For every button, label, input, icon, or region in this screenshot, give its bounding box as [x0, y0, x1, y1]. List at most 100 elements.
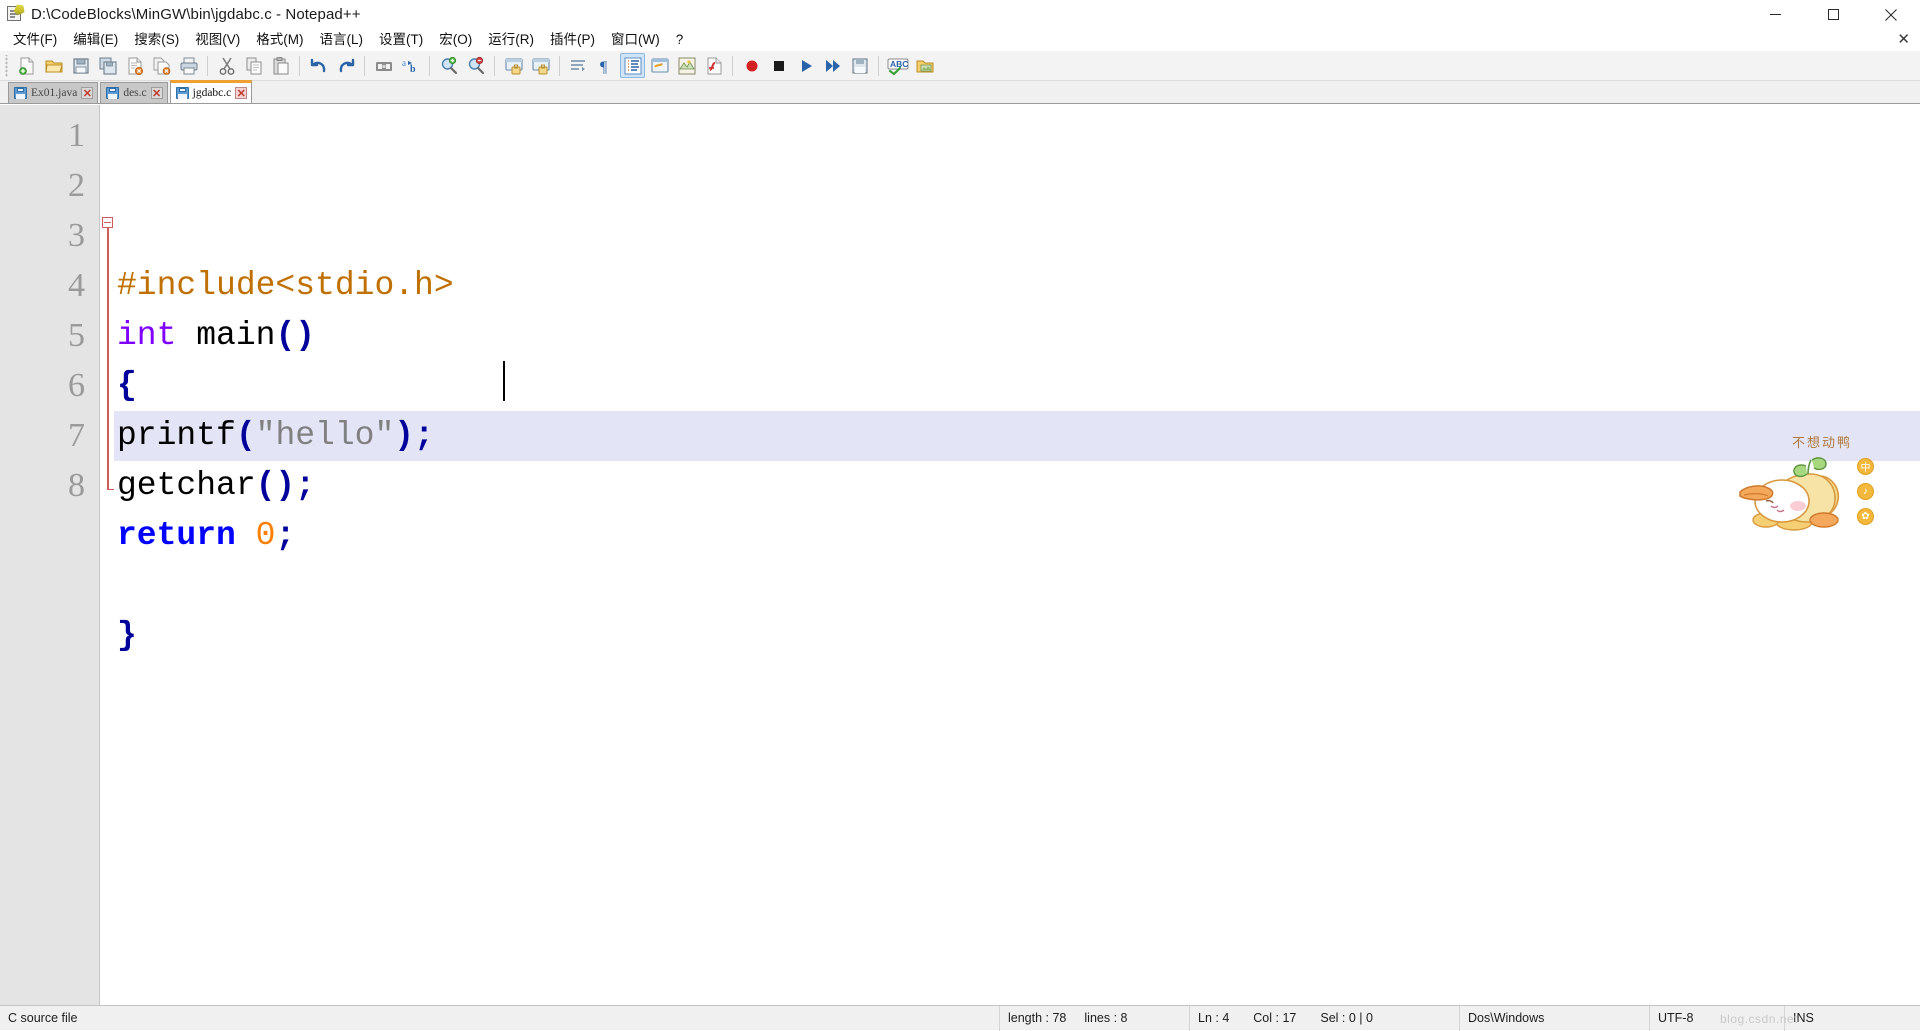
menu-run[interactable]: 运行(R): [480, 31, 542, 50]
save-all-icon[interactable]: [95, 53, 120, 78]
line-number-gutter: 1 2 3 4 5 6 7 8: [0, 105, 100, 1005]
toolbar-separator: [878, 56, 879, 76]
status-length-lines: length : 78 lines : 8: [1000, 1006, 1190, 1031]
menu-window[interactable]: 窗口(W): [603, 31, 668, 50]
status-insert-mode[interactable]: INS: [1785, 1006, 1822, 1031]
svg-text:a: a: [402, 58, 406, 68]
sync-horizontal-icon[interactable]: [528, 53, 553, 78]
menu-edit[interactable]: 编辑(E): [65, 31, 126, 50]
code-line-4[interactable]: printf("hello");: [114, 411, 1920, 461]
line-number: 6: [0, 361, 99, 411]
close-button[interactable]: [1862, 0, 1920, 29]
print-icon[interactable]: [176, 53, 201, 78]
code-folding-column[interactable]: [100, 105, 114, 1005]
code-token: return: [117, 517, 236, 554]
zoom-out-icon[interactable]: [463, 53, 488, 78]
replace-icon[interactable]: a b: [398, 53, 423, 78]
find-icon[interactable]: [371, 53, 396, 78]
cut-icon[interactable]: [214, 53, 239, 78]
menu-view[interactable]: 视图(V): [187, 31, 248, 50]
code-line-3[interactable]: {: [114, 361, 1920, 411]
code-line-5[interactable]: getchar();: [114, 461, 1920, 511]
function-list-icon[interactable]: [701, 53, 726, 78]
status-sel: Sel : 0 | 0: [1320, 1011, 1373, 1025]
close-document-button[interactable]: ✕: [1897, 32, 1910, 47]
code-line-1[interactable]: #include<stdio.h>: [114, 261, 1920, 311]
toolbar: a b: [0, 51, 1920, 81]
menu-search[interactable]: 搜索(S): [126, 31, 187, 50]
code-line-7[interactable]: [114, 561, 1920, 611]
code-token: ;: [414, 417, 434, 454]
code-line-8[interactable]: }: [114, 611, 1920, 661]
code-token: main: [176, 317, 275, 354]
status-ln: Ln : 4: [1198, 1011, 1229, 1025]
menu-help[interactable]: ?: [668, 31, 692, 50]
tab-label: jgdabc.c: [193, 87, 232, 99]
tab-label: Ex01.java: [31, 87, 77, 99]
tab-close-icon[interactable]: ✕: [235, 87, 247, 99]
tab-close-icon[interactable]: ✕: [151, 87, 163, 99]
line-number: 2: [0, 161, 99, 211]
play-macro-icon[interactable]: [793, 53, 818, 78]
paste-icon[interactable]: [268, 53, 293, 78]
line-number: 5: [0, 311, 99, 361]
show-all-chars-icon[interactable]: ¶: [593, 53, 618, 78]
maximize-button[interactable]: [1804, 0, 1862, 29]
save-disk-icon: [176, 87, 189, 99]
open-file-icon[interactable]: [41, 53, 66, 78]
menu-plugins[interactable]: 插件(P): [542, 31, 603, 50]
code-token: (: [236, 417, 256, 454]
tab-ex01-java[interactable]: Ex01.java ✕: [8, 82, 98, 103]
copy-icon[interactable]: [241, 53, 266, 78]
line-number: 8: [0, 461, 99, 511]
code-token: 0: [256, 517, 276, 554]
menu-format[interactable]: 格式(M): [248, 31, 311, 50]
save-macro-icon[interactable]: [847, 53, 872, 78]
menu-settings[interactable]: 设置(T): [371, 31, 431, 50]
line-number: 3: [0, 211, 99, 261]
tab-bar: Ex01.java ✕ des.c ✕ jgdabc.c ✕: [0, 81, 1920, 104]
menu-language[interactable]: 语言(L): [312, 31, 372, 50]
play-multiple-icon[interactable]: [820, 53, 845, 78]
menu-file[interactable]: 文件(F): [5, 31, 65, 50]
code-token: (): [275, 317, 315, 354]
status-eol-format[interactable]: Dos\Windows: [1460, 1006, 1650, 1031]
code-token: ): [394, 417, 414, 454]
indent-guide-icon[interactable]: [620, 53, 645, 78]
new-file-icon[interactable]: [14, 53, 39, 78]
code-token: (): [256, 467, 296, 504]
save-disk-icon: [14, 87, 27, 99]
status-encoding[interactable]: UTF-8: [1650, 1006, 1785, 1031]
document-map-icon[interactable]: [674, 53, 699, 78]
save-icon[interactable]: [68, 53, 93, 78]
code-content[interactable]: #include<stdio.h>int main(){printf("hell…: [114, 105, 1920, 1005]
tab-des-c[interactable]: des.c ✕: [100, 82, 167, 103]
fold-collapse-icon[interactable]: [102, 217, 113, 228]
user-defined-dialog-icon[interactable]: [647, 53, 672, 78]
status-col: Col : 17: [1253, 1011, 1296, 1025]
record-macro-icon[interactable]: [739, 53, 764, 78]
redo-icon[interactable]: [333, 53, 358, 78]
tab-jgdabc-c[interactable]: jgdabc.c ✕: [170, 80, 253, 103]
code-token: printf: [117, 417, 236, 454]
sync-vertical-icon[interactable]: [501, 53, 526, 78]
code-line-6[interactable]: return 0;: [114, 511, 1920, 561]
code-line-2[interactable]: int main(): [114, 311, 1920, 361]
code-token: [236, 517, 256, 554]
stop-macro-icon[interactable]: [766, 53, 791, 78]
spell-check-icon[interactable]: ABC: [885, 53, 910, 78]
minimize-button[interactable]: [1746, 0, 1804, 29]
menu-macro[interactable]: 宏(O): [431, 31, 480, 50]
zoom-in-icon[interactable]: [436, 53, 461, 78]
tab-close-icon[interactable]: ✕: [81, 87, 93, 99]
close-all-icon[interactable]: [149, 53, 174, 78]
notepad-plus-plus-icon: [6, 5, 24, 23]
close-file-icon[interactable]: [122, 53, 147, 78]
word-wrap-icon[interactable]: [566, 53, 591, 78]
svg-text:b: b: [410, 64, 416, 75]
toolbar-grip[interactable]: [4, 55, 10, 77]
undo-icon[interactable]: [306, 53, 331, 78]
folder-as-workspace-icon[interactable]: [912, 53, 937, 78]
editor-area[interactable]: 1 2 3 4 5 6 7 8 #include<stdio.h>int mai…: [0, 105, 1920, 1005]
toolbar-separator: [364, 56, 365, 76]
